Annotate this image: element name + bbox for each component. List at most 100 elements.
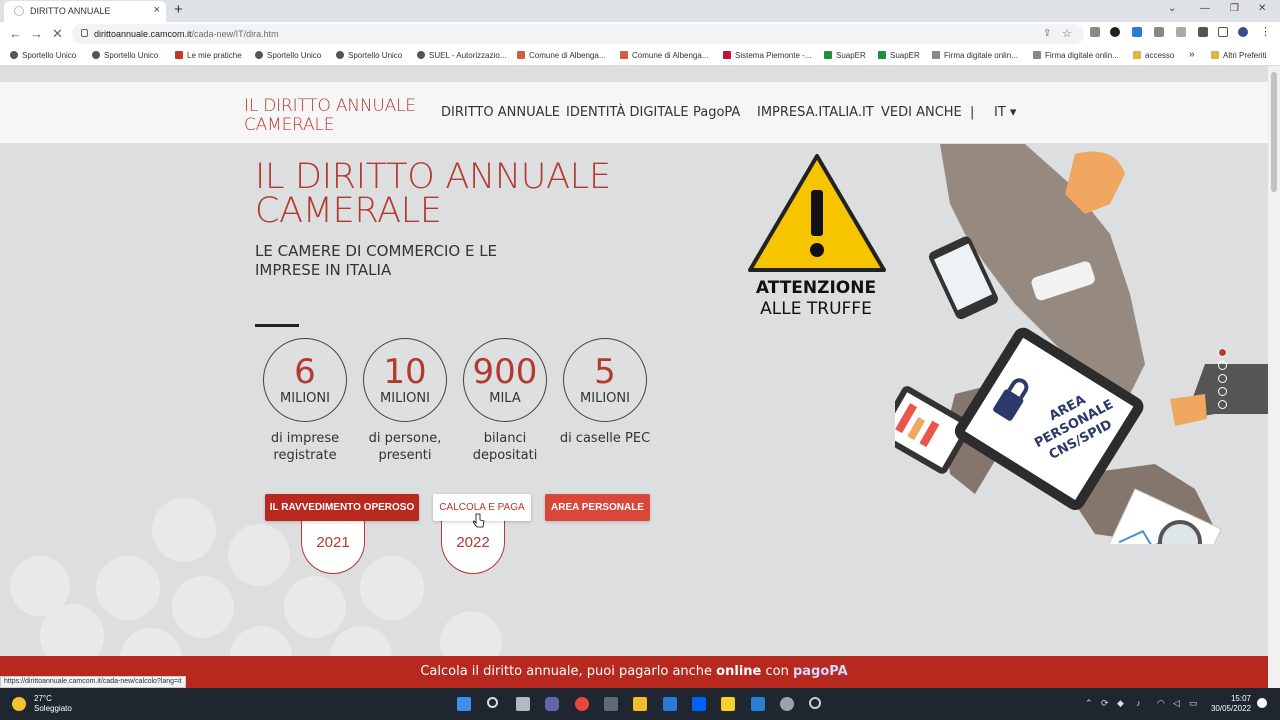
stat-circle: 5 MILIONI	[563, 338, 647, 422]
carousel-dot[interactable]	[1218, 387, 1227, 396]
nav-diritto-annuale[interactable]: DIRITTO ANNUALE	[441, 105, 560, 120]
nav-pagopa[interactable]: PagoPA	[693, 105, 740, 120]
tray-chevron-icon[interactable]: ⌃	[1085, 698, 1093, 709]
battery-icon[interactable]: ▭	[1189, 698, 1198, 709]
stat-unit: MILIONI	[280, 391, 330, 406]
wifi-icon[interactable]: ◠	[1157, 698, 1165, 709]
tab-search-icon[interactable]: ⌄	[1168, 3, 1176, 14]
folder-icon	[1211, 51, 1219, 59]
year-badge-2021[interactable]: 2021	[301, 520, 365, 574]
pen-icon	[1033, 51, 1041, 59]
folder-icon	[1133, 51, 1141, 59]
calculator-icon[interactable]	[604, 697, 618, 711]
chat-icon[interactable]	[545, 697, 559, 711]
more-bookmarks-icon[interactable]: »	[1189, 49, 1195, 60]
tray-app-icon[interactable]: ⟳	[1101, 698, 1109, 709]
start-icon[interactable]	[457, 697, 471, 711]
bookmark-item[interactable]: accesso	[1133, 51, 1174, 60]
site-logo[interactable]: IL DIRITTO ANNUALE CAMERALE	[244, 97, 434, 135]
nav-identita-digitale[interactable]: IDENTITÀ DIGITALE	[566, 105, 689, 120]
puzzle-icon[interactable]	[1198, 27, 1208, 37]
settings-icon[interactable]	[780, 697, 794, 711]
extension-icon[interactable]	[1176, 27, 1186, 37]
extension-icon[interactable]	[1110, 27, 1120, 37]
carousel-dot[interactable]	[1218, 348, 1227, 357]
bookmark-favicon-icon	[723, 51, 731, 59]
nav-impresa-italia[interactable]: IMPRESA.ITALIA.IT	[757, 105, 874, 120]
restore-icon[interactable]: ❐	[1230, 3, 1239, 14]
search-icon[interactable]	[487, 697, 498, 708]
pagopa-banner[interactable]: Calcola il diritto annuale, puoi pagarlo…	[0, 656, 1268, 688]
area-personale-illustration[interactable]: AREA PERSONALE CNS/SPID	[895, 144, 1268, 544]
page-scrollbar[interactable]	[1268, 66, 1280, 688]
forward-icon[interactable]: →	[30, 26, 43, 41]
extension-icon[interactable]	[1154, 27, 1164, 37]
bookmark-favicon-icon	[878, 51, 886, 59]
minimize-icon[interactable]: —	[1200, 3, 1210, 14]
file-explorer-icon[interactable]	[633, 697, 647, 711]
stat-label: di caselle PEC	[559, 431, 651, 446]
carousel-dot[interactable]	[1218, 374, 1227, 383]
bookmark-item[interactable]: SuapER	[824, 51, 866, 60]
side-panel-icon[interactable]	[1218, 27, 1228, 37]
decorative-bubble	[152, 498, 216, 562]
nav-vedi-anche[interactable]: VEDI ANCHE	[881, 105, 962, 120]
volume-icon[interactable]: ◁	[1173, 698, 1180, 709]
bookmark-item[interactable]: Comune di Albenga...	[517, 51, 606, 60]
weather-widget[interactable]: 27°C Soleggiato	[12, 694, 72, 714]
decorative-bubble	[360, 556, 424, 620]
back-icon[interactable]: ←	[9, 26, 22, 41]
ravvedimento-operoso-button[interactable]: IL RAVVEDIMENTO OPEROSO	[265, 494, 419, 521]
stat-number: 900	[472, 352, 538, 392]
system-clock[interactable]: 15:07 30/05/2022	[1207, 694, 1251, 714]
share-icon[interactable]: ⇪	[1043, 28, 1051, 39]
profile-avatar[interactable]	[1238, 27, 1248, 37]
address-bar[interactable]: dirittoannuale.camcom.it/cada-new/IT/dir…	[72, 24, 1084, 44]
bookmark-item[interactable]: Sportello Unico	[10, 51, 76, 60]
microphone-icon[interactable]: ♪	[1136, 698, 1141, 708]
bookmark-item[interactable]: Comune di Albenga...	[620, 51, 709, 60]
other-bookmarks[interactable]: Altri Preferiti	[1211, 51, 1267, 60]
tray-dropbox-icon[interactable]: ◆	[1117, 698, 1124, 709]
scrollbar-thumb[interactable]	[1271, 72, 1277, 192]
stat-circle: 900 MILA	[463, 338, 547, 422]
scam-warning[interactable]: ATTENZIONE ALLE TRUFFE	[740, 278, 892, 320]
bookmark-item[interactable]: Firma digitale onlin...	[1033, 51, 1119, 60]
warning-triangle-icon[interactable]	[746, 152, 888, 276]
bookmark-item[interactable]: Sportello Unico	[255, 51, 321, 60]
extension-icon[interactable]	[1132, 27, 1142, 37]
notification-icon[interactable]	[1257, 698, 1267, 708]
extension-icon[interactable]	[1090, 27, 1100, 37]
stat-unit: MILIONI	[580, 391, 630, 406]
bookmark-item[interactable]: SUEL - Autorizzazio...	[417, 51, 507, 60]
close-window-icon[interactable]: ✕	[1258, 3, 1266, 14]
language-dropdown[interactable]: IT ▾	[994, 105, 1016, 120]
bookmark-item[interactable]: Sportello Unico	[336, 51, 402, 60]
area-personale-button[interactable]: AREA PERSONALE	[545, 494, 650, 521]
dropbox-icon[interactable]	[692, 697, 706, 711]
warning-title: ATTENZIONE	[755, 278, 877, 298]
browser-tab[interactable]: DIRITTO ANNUALE ×	[4, 1, 166, 22]
decorative-bubble	[96, 556, 160, 620]
carousel-dot[interactable]	[1218, 361, 1227, 370]
bookmark-star-icon[interactable]: ☆	[1062, 27, 1072, 40]
bookmark-item[interactable]: Le mie pratiche	[175, 51, 242, 60]
menu-icon[interactable]: ⋮	[1260, 25, 1271, 38]
chrome-icon[interactable]	[575, 697, 589, 711]
app-icon[interactable]	[809, 697, 821, 709]
bookmark-item[interactable]: Sportello Unico	[92, 51, 158, 60]
bookmark-item[interactable]: Sistema Piemonte -...	[723, 51, 811, 60]
sticky-notes-icon[interactable]	[721, 697, 735, 711]
stat-label: di imprese registrate	[270, 431, 340, 463]
new-tab-button[interactable]: +	[174, 1, 183, 18]
bookmark-item[interactable]: Firma digitale onlin...	[932, 51, 1018, 60]
hero-subtitle: LE CAMERE DI COMMERCIO E LE IMPRESE IN I…	[255, 242, 498, 279]
carousel-dot[interactable]	[1218, 400, 1227, 409]
stop-loading-icon[interactable]: ✕	[52, 26, 63, 42]
bookmark-item[interactable]: SuapER	[878, 51, 920, 60]
store-icon[interactable]	[663, 697, 677, 711]
task-view-icon[interactable]	[516, 697, 530, 711]
app-icon[interactable]	[751, 697, 765, 711]
tab-close-icon[interactable]: ×	[154, 4, 160, 16]
pagopa-link[interactable]: pagoPA	[793, 664, 848, 679]
